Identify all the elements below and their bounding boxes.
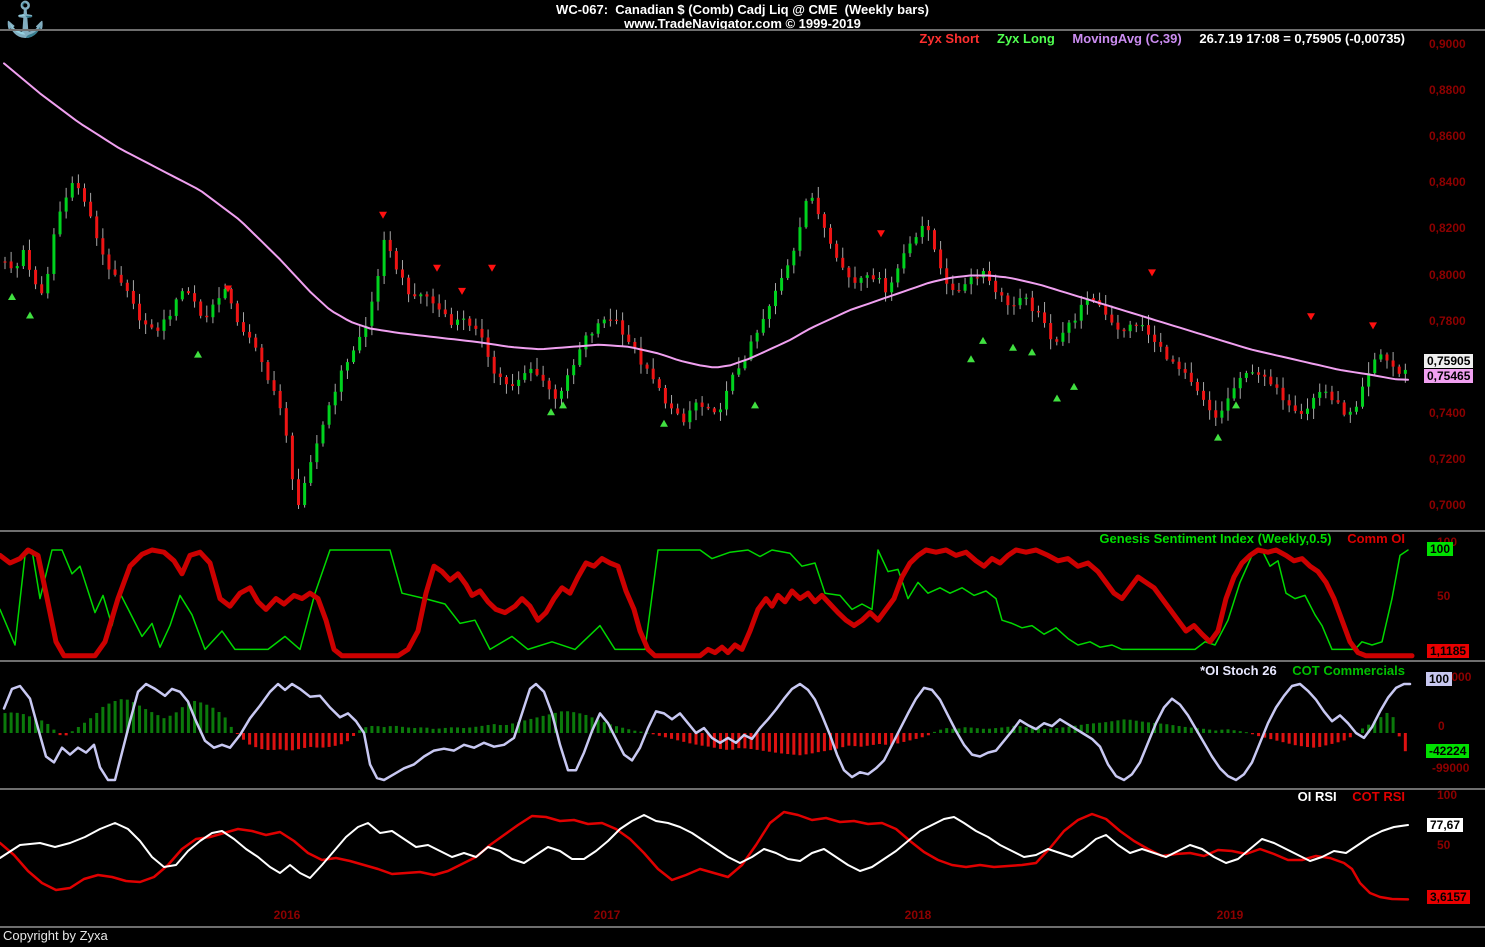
cot-rsi-line xyxy=(0,812,1408,899)
moving-average-value-badge: 0,75465 xyxy=(1424,369,1473,383)
zyx-signal-markers xyxy=(8,212,1377,530)
zyx-long-signal-icon xyxy=(1214,434,1222,441)
zyx-long-signal-icon xyxy=(1070,383,1078,390)
price-axis-label: 0,8400 xyxy=(1429,175,1485,189)
cot-commercials-value-badge: -42224 xyxy=(1426,744,1469,758)
zyx-short-signal-icon xyxy=(1148,269,1156,276)
zyx-short-signal-icon xyxy=(488,265,496,272)
chart-title: WC-067: Canadian $ (Comb) Cadj Liq @ CME… xyxy=(0,2,1485,17)
zyx-long-signal-icon xyxy=(1028,348,1036,355)
price-axis-label: 0,8200 xyxy=(1429,221,1485,235)
zyx-long-signal-icon xyxy=(547,408,555,415)
year-axis-label: 2019 xyxy=(1200,908,1260,922)
oi-rsi-value-badge: 77,67 xyxy=(1427,818,1463,832)
price-axis-label: 0,8600 xyxy=(1429,129,1485,143)
stoch-axis-label: 0 xyxy=(1438,719,1485,733)
rsi-axis-label: 100 xyxy=(1437,788,1485,802)
stoch-panel-canvas[interactable] xyxy=(0,662,1420,788)
comm-oi-value-badge: 1,1185 xyxy=(1427,644,1469,658)
sentiment-axis-label: 50 xyxy=(1437,589,1485,603)
oi-stoch-line xyxy=(4,684,1410,780)
zyx-long-signal-icon xyxy=(967,355,975,362)
zyx-long-signal-icon xyxy=(1232,401,1240,408)
zyx-long-signal-icon xyxy=(26,311,34,318)
sentiment-value-badge: 100 xyxy=(1427,542,1453,556)
zyx-long-signal-icon xyxy=(979,337,987,344)
zyx-long-signal-icon xyxy=(660,420,668,427)
cot-rsi-value-badge: 3,6157 xyxy=(1427,890,1470,904)
separator-bottom xyxy=(0,926,1485,928)
comm-oi-line xyxy=(0,550,1412,656)
price-axis-label: 0,7000 xyxy=(1429,498,1485,512)
oi-stoch-value-badge: 100 xyxy=(1426,672,1452,686)
zyx-short-signal-icon xyxy=(379,212,387,219)
price-axis-label: 0,7200 xyxy=(1429,452,1485,466)
copyright-text: Copyright by Zyxa xyxy=(3,928,108,943)
zyx-long-signal-icon xyxy=(751,401,759,408)
trade-navigator-window: ⚓ WC-067: Canadian $ (Comb) Cadj Liq @ C… xyxy=(0,0,1485,947)
year-axis-label: 2016 xyxy=(257,908,317,922)
zyx-long-signal-icon xyxy=(194,351,202,358)
zyx-long-signal-icon xyxy=(1009,344,1017,351)
candle-bodies xyxy=(4,183,1407,505)
price-axis-label: 0,9000 xyxy=(1429,37,1485,51)
zyx-short-signal-icon xyxy=(877,230,885,237)
stoch-axis-label: -99000 xyxy=(1432,761,1485,775)
rsi-axis-label: 50 xyxy=(1437,838,1485,852)
candle-wicks xyxy=(5,174,1405,509)
sentiment-panel-canvas[interactable] xyxy=(0,530,1420,660)
main-price-chart-canvas[interactable] xyxy=(0,30,1420,530)
oi-rsi-line xyxy=(0,815,1408,878)
zyx-long-signal-icon xyxy=(559,401,567,408)
zyx-long-signal-icon xyxy=(1053,394,1061,401)
price-axis-label: 0,7400 xyxy=(1429,406,1485,420)
last-price-badge: 0,75905 xyxy=(1424,354,1473,368)
zyx-short-signal-icon xyxy=(1307,313,1315,320)
rsi-panel-canvas[interactable] xyxy=(0,790,1420,926)
year-axis-label: 2018 xyxy=(888,908,948,922)
price-axis-label: 0,7800 xyxy=(1429,314,1485,328)
zyx-short-signal-icon xyxy=(433,265,441,272)
zyx-short-signal-icon xyxy=(458,288,466,295)
zyx-long-signal-icon xyxy=(8,293,16,300)
price-axis-label: 0,8000 xyxy=(1429,268,1485,282)
zyx-short-signal-icon xyxy=(1369,322,1377,329)
price-axis-label: 0,8800 xyxy=(1429,83,1485,97)
year-axis-label: 2017 xyxy=(577,908,637,922)
moving-average-line xyxy=(4,63,1408,379)
